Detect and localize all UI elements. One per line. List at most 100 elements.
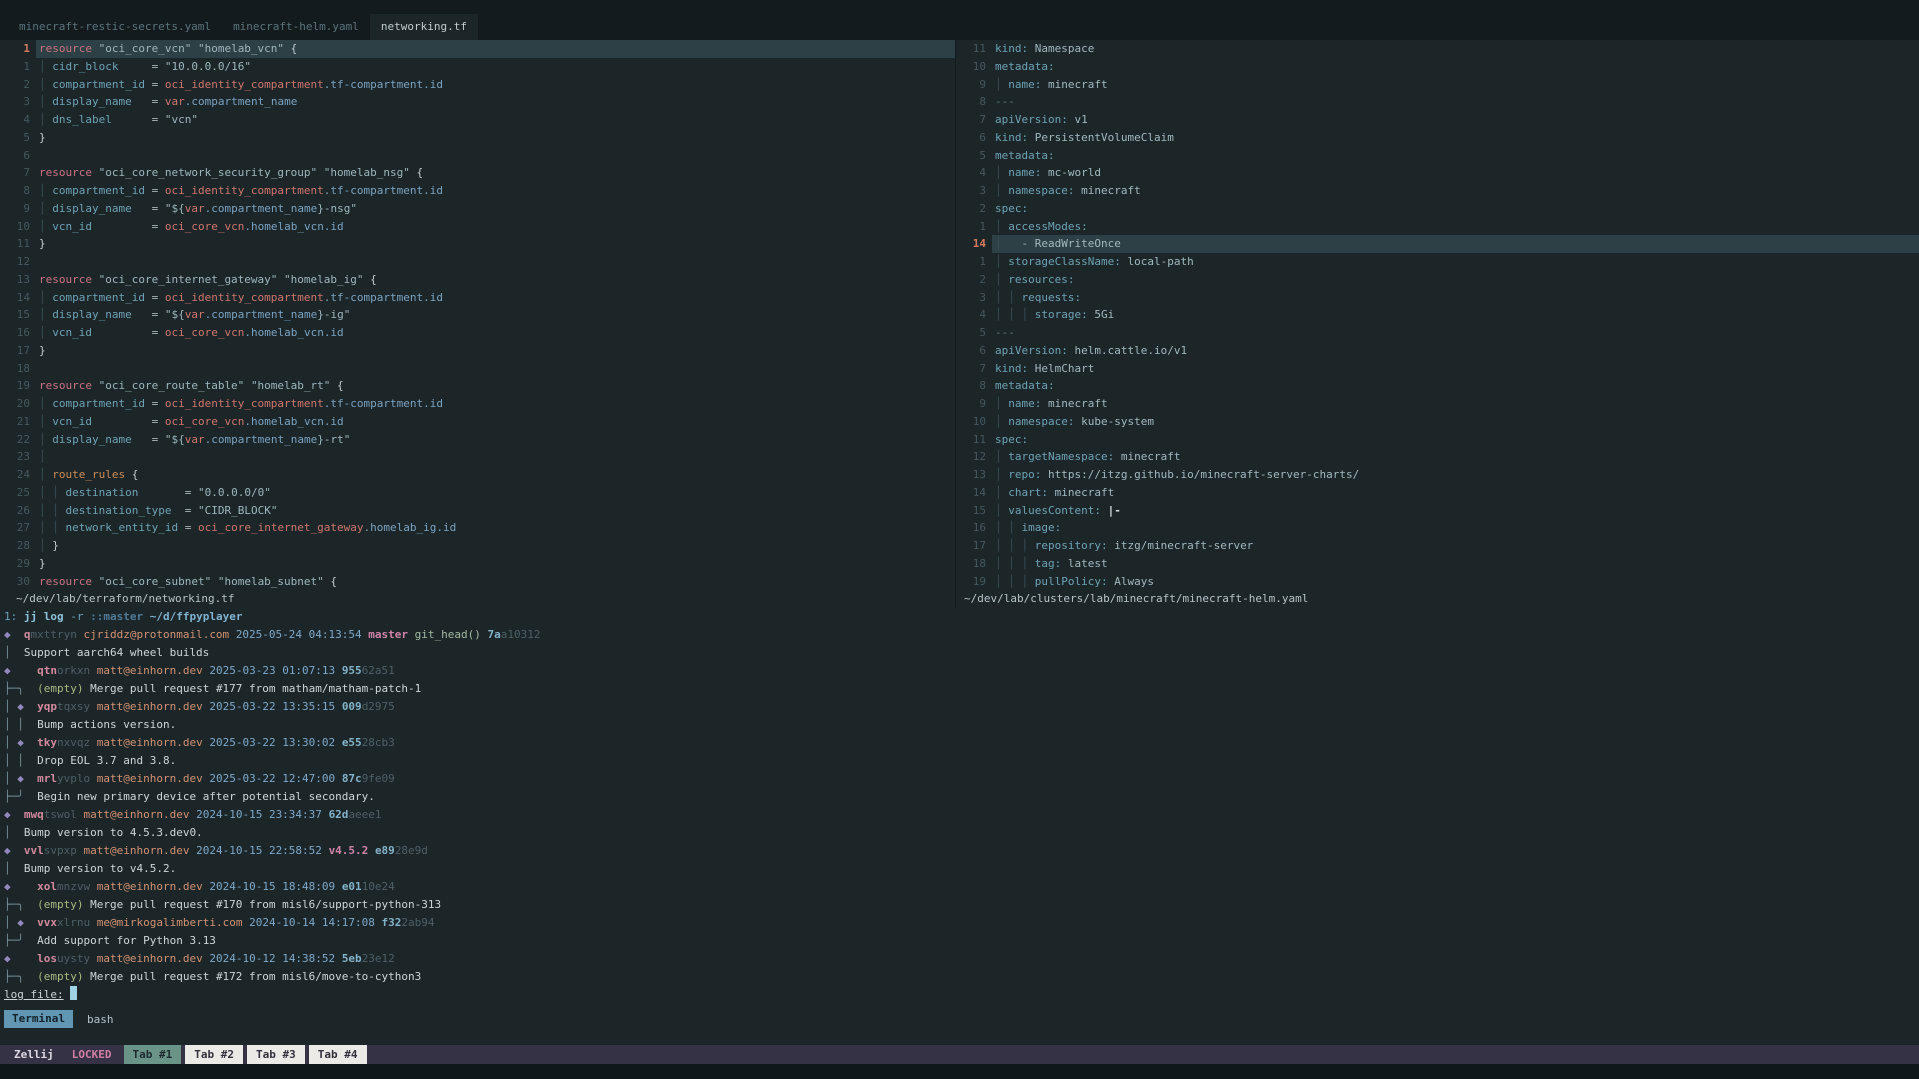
- line-number: 9: [0, 200, 30, 218]
- code-line: 1│ cidr_block = "10.0.0.0/16": [0, 58, 955, 76]
- line-number: 14: [956, 235, 986, 253]
- bufferline: minecraft-restic-secrets.yamlminecraft-h…: [0, 0, 1919, 40]
- code-area-terraform[interactable]: 1resource "oci_core_vcn" "homelab_vcn" {…: [0, 40, 955, 590]
- pane-tab-terminal[interactable]: Terminal: [4, 1010, 73, 1028]
- zellij-tab-2[interactable]: Tab #2: [185, 1045, 243, 1064]
- line-number: 4: [956, 164, 986, 182]
- code-line: 2spec:: [956, 200, 1919, 218]
- log-row: ├─╯ Add support for Python 3.13: [4, 932, 1919, 950]
- line-number: 6: [956, 342, 986, 360]
- log-row: │ ◆ vvxxlrnu me@mirkogalimberti.com 2024…: [4, 914, 1919, 932]
- log-row: │ │ Bump actions version.: [4, 716, 1919, 734]
- zellij-tabs: Tab #1Tab #2Tab #3Tab #4: [112, 1045, 367, 1064]
- log-row: ├─╮ (empty) Merge pull request #172 from…: [4, 968, 1919, 986]
- code-line: 5---: [956, 324, 1919, 342]
- code-line: 4│ │ │ storage: 5Gi: [956, 306, 1919, 324]
- log-row: ├─╮ (empty) Merge pull request #170 from…: [4, 896, 1919, 914]
- code-line: 13│ repo: https://itzg.github.io/minecra…: [956, 466, 1919, 484]
- code-line: 10metadata:: [956, 58, 1919, 76]
- line-number: 11: [956, 431, 986, 449]
- line-number: 14: [0, 289, 30, 307]
- zellij-app-label: Zellij: [14, 1048, 54, 1061]
- code-line: 11kind: Namespace: [956, 40, 1919, 58]
- log-row: │ ◆ mrlyvplo matt@einhorn.dev 2025-03-22…: [4, 770, 1919, 788]
- log-row: │ Support aarch64 wheel builds: [4, 644, 1919, 662]
- line-number: 4: [0, 111, 30, 129]
- line-number: 2: [956, 271, 986, 289]
- line-number: 16: [0, 324, 30, 342]
- code-line: 19resource "oci_core_route_table" "homel…: [0, 377, 955, 395]
- code-line: 24│ route_rules {: [0, 466, 955, 484]
- line-number: 10: [956, 58, 986, 76]
- code-line: 15│ valuesContent: |-: [956, 502, 1919, 520]
- code-line: 8---: [956, 93, 1919, 111]
- log-row: │ Bump version to 4.5.3.dev0.: [4, 824, 1919, 842]
- terminal-cursor: [70, 986, 77, 1000]
- code-line: 1│ accessModes:: [956, 218, 1919, 236]
- line-number: 12: [0, 253, 30, 271]
- line-number: 26: [0, 502, 30, 520]
- line-number: 10: [0, 218, 30, 236]
- code-line: 23│: [0, 448, 955, 466]
- code-line: 3│ │ requests:: [956, 289, 1919, 307]
- code-line: 16│ vcn_id = oci_core_vcn.homelab_vcn.id: [0, 324, 955, 342]
- line-number: 18: [956, 555, 986, 573]
- editor-split: 1resource "oci_core_vcn" "homelab_vcn" {…: [0, 40, 1919, 608]
- line-number: 3: [956, 182, 986, 200]
- editor-tab-minecraft-helm.yaml[interactable]: minecraft-helm.yaml: [222, 14, 370, 40]
- code-line: 9│ display_name = "${var.compartment_nam…: [0, 200, 955, 218]
- line-number: 10: [956, 413, 986, 431]
- log-row: │ │ Drop EOL 3.7 and 3.8.: [4, 752, 1919, 770]
- line-number: 30: [0, 573, 30, 591]
- background-spacer: [0, 1028, 1919, 1045]
- code-line: 6kind: PersistentVolumeClaim: [956, 129, 1919, 147]
- log-row: │ Bump version to v4.5.2.: [4, 860, 1919, 878]
- pane-title-bar: Terminal bash: [0, 1010, 1919, 1028]
- code-line: 12: [0, 253, 955, 271]
- code-line: 16│ │ image:: [956, 519, 1919, 537]
- code-line: 25│ │ destination = "0.0.0.0/0": [0, 484, 955, 502]
- code-line: 4│ dns_label = "vcn": [0, 111, 955, 129]
- line-number: 17: [956, 537, 986, 555]
- code-area-yaml[interactable]: 11kind: Namespace10metadata: 9│ name: min…: [956, 40, 1919, 590]
- terminal-pane[interactable]: 1: jj log -r ::master ~/d/ffpyplayer◆ qm…: [0, 608, 1919, 1004]
- line-number: 9: [956, 395, 986, 413]
- code-line: 6: [0, 147, 955, 165]
- zellij-tab-1[interactable]: Tab #1: [124, 1045, 182, 1064]
- line-number: 27: [0, 519, 30, 537]
- line-number: 2: [956, 200, 986, 218]
- log-row: ◆ vvlsvpxp matt@einhorn.dev 2024-10-15 2…: [4, 842, 1919, 860]
- line-number: 13: [0, 271, 30, 289]
- line-number: 21: [0, 413, 30, 431]
- log-row: ├─╯ Begin new primary device after poten…: [4, 788, 1919, 806]
- mode-indicator-locked: LOCKED: [72, 1048, 112, 1061]
- code-line: 5metadata:: [956, 147, 1919, 165]
- code-line: 21│ vcn_id = oci_core_vcn.homelab_vcn.id: [0, 413, 955, 431]
- line-number: 15: [0, 306, 30, 324]
- editor-tab-minecraft-restic-secrets.yaml[interactable]: minecraft-restic-secrets.yaml: [8, 14, 222, 40]
- pane-tab-bash[interactable]: bash: [87, 1013, 114, 1026]
- zellij-tab-3[interactable]: Tab #3: [247, 1045, 305, 1064]
- line-number: 7: [0, 164, 30, 182]
- editor-pane-terraform: 1resource "oci_core_vcn" "homelab_vcn" {…: [0, 40, 955, 608]
- line-number: 14: [956, 484, 986, 502]
- code-line: 22│ display_name = "${var.compartment_na…: [0, 431, 955, 449]
- line-number: 8: [0, 182, 30, 200]
- editor-tab-networking.tf[interactable]: networking.tf: [370, 14, 478, 40]
- line-number: 5: [956, 324, 986, 342]
- code-line: 20│ compartment_id = oci_identity_compar…: [0, 395, 955, 413]
- code-line: 29}: [0, 555, 955, 573]
- code-line: 9│ name: minecraft: [956, 395, 1919, 413]
- zellij-tab-4[interactable]: Tab #4: [309, 1045, 367, 1064]
- line-number: 3: [956, 289, 986, 307]
- line-number: 13: [956, 466, 986, 484]
- zellij-status-bar: Zellij LOCKED Tab #1Tab #2Tab #3Tab #4: [0, 1045, 1919, 1064]
- log-row: ├─╮ (empty) Merge pull request #177 from…: [4, 680, 1919, 698]
- code-line: 3│ display_name = var.compartment_name: [0, 93, 955, 111]
- code-line: 10│ namespace: kube-system: [956, 413, 1919, 431]
- log-file-prompt: log file:: [4, 986, 1919, 1004]
- line-number: 25: [0, 484, 30, 502]
- code-line: 15│ display_name = "${var.compartment_na…: [0, 306, 955, 324]
- code-line: 2│ compartment_id = oci_identity_compart…: [0, 76, 955, 94]
- line-number: 6: [956, 129, 986, 147]
